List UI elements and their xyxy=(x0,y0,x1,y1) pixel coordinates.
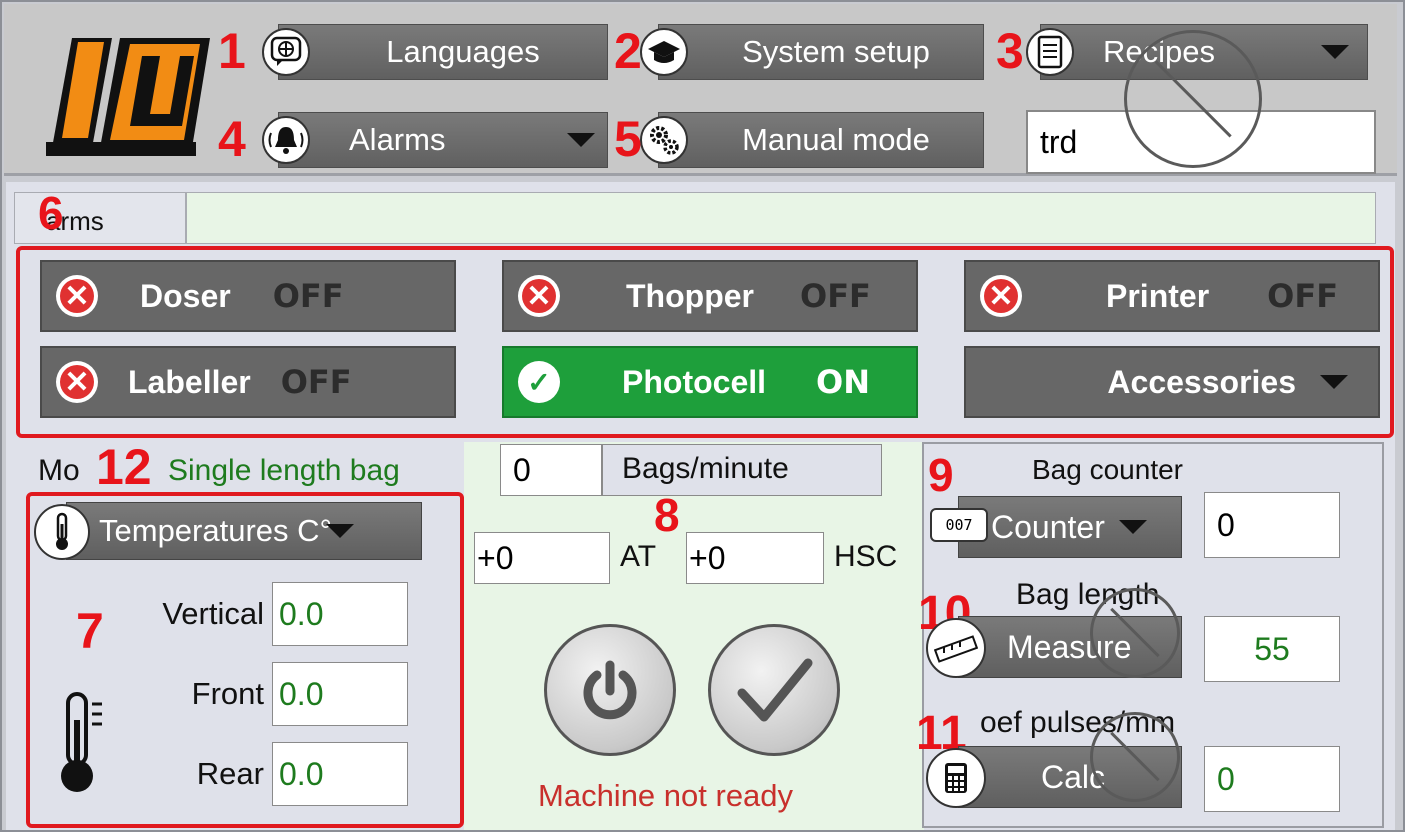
languages-button[interactable]: Languages xyxy=(278,24,608,80)
graduation-cap-icon xyxy=(640,28,688,76)
calc-label: Calc xyxy=(1041,758,1106,795)
hsc-offset-value: +0 xyxy=(689,539,726,576)
counter-digits: 007 xyxy=(945,516,973,534)
annotation-12: 12 xyxy=(96,439,152,495)
annotation-8: 8 xyxy=(654,489,680,541)
system-setup-button[interactable]: System setup xyxy=(658,24,984,80)
ruler-icon xyxy=(926,618,986,678)
company-logo xyxy=(46,38,210,156)
measure-label: Measure xyxy=(1007,628,1132,665)
recipes-label: Recipes xyxy=(1103,34,1215,69)
manual-mode-button[interactable]: Manual mode xyxy=(658,112,984,168)
bags-per-minute-value: 0 xyxy=(513,451,531,488)
alarms-label: Alarms xyxy=(349,122,446,157)
bags-per-minute-unit: Bags/minute xyxy=(622,452,789,485)
annotation-9: 9 xyxy=(928,449,954,501)
temperature-group-highlight xyxy=(26,492,464,828)
coef-pulses-title: oef pulses/mm xyxy=(980,706,1176,739)
mode-value: Single length bag xyxy=(168,454,400,487)
counter-dropdown[interactable]: Counter xyxy=(958,496,1182,558)
globe-chat-icon xyxy=(262,28,310,76)
status-group-highlight xyxy=(16,246,1394,438)
alarms-dropdown[interactable]: Alarms xyxy=(278,112,608,168)
calculator-icon xyxy=(926,748,986,808)
annotation-6: 6 xyxy=(38,187,64,239)
machine-status-text: Machine not ready xyxy=(538,778,794,813)
counter-label: Counter xyxy=(991,508,1105,545)
power-button[interactable] xyxy=(544,624,676,756)
counter-digits-icon: 007 xyxy=(930,508,988,542)
bag-counter-title: Bag counter xyxy=(1032,454,1183,485)
bag-length-title: Bag length xyxy=(1016,578,1160,611)
languages-label: Languages xyxy=(386,34,540,69)
bag-counter-field: 0 xyxy=(1204,492,1340,558)
system-setup-label: System setup xyxy=(742,34,930,69)
at-offset-value: +0 xyxy=(477,539,514,576)
alarm-message-bar xyxy=(186,192,1376,244)
bag-length-value: 55 xyxy=(1254,630,1290,667)
annotation-4: 4 xyxy=(218,111,246,167)
bell-icon xyxy=(262,116,310,164)
hsc-label: HSC xyxy=(834,540,898,573)
bags-per-minute-field: 0 xyxy=(500,444,602,496)
annotation-5: 5 xyxy=(614,111,642,167)
bag-length-field[interactable]: 55 xyxy=(1204,616,1340,682)
manual-mode-label: Manual mode xyxy=(742,122,930,157)
checkmark-icon xyxy=(737,658,813,722)
annotation-3: 3 xyxy=(996,23,1024,79)
measure-button[interactable]: Measure xyxy=(958,616,1182,678)
bag-counter-value: 0 xyxy=(1217,506,1235,543)
confirm-button[interactable] xyxy=(708,624,840,756)
coef-pulses-field[interactable]: 0 xyxy=(1204,746,1340,812)
coef-pulses-value: 0 xyxy=(1217,760,1235,797)
recipe-name-value: trd xyxy=(1040,123,1078,160)
recipe-book-icon xyxy=(1026,28,1074,76)
at-label: AT xyxy=(620,540,657,573)
chevron-down-icon xyxy=(1118,520,1147,534)
annotation-2: 2 xyxy=(614,23,642,79)
annotation-1: 1 xyxy=(218,23,246,79)
recipes-dropdown[interactable]: Recipes xyxy=(1040,24,1368,80)
calc-button[interactable]: Calc xyxy=(958,746,1182,808)
chevron-down-icon xyxy=(567,133,595,147)
at-offset-field[interactable]: +0 xyxy=(474,532,610,584)
chevron-down-icon xyxy=(1321,45,1349,59)
mode-label: Mo xyxy=(38,454,80,487)
center-panel xyxy=(464,442,924,830)
recipe-name-field[interactable]: trd xyxy=(1026,110,1376,174)
gears-icon xyxy=(640,116,688,164)
hsc-offset-field[interactable]: +0 xyxy=(686,532,824,584)
power-icon xyxy=(583,660,637,720)
